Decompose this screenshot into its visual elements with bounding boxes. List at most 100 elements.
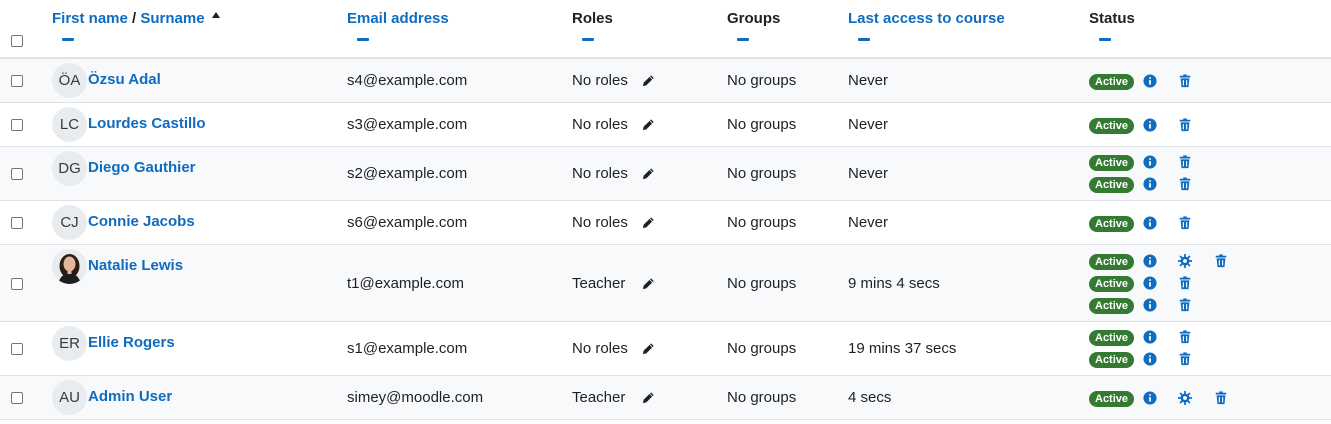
info-icon[interactable]: [1143, 352, 1157, 366]
hide-status-column-button[interactable]: [1099, 38, 1111, 41]
avatar[interactable]: [52, 249, 87, 284]
hide-roles-column-button[interactable]: [582, 38, 594, 41]
row-select-checkbox[interactable]: [11, 119, 23, 131]
header-name: First name / Surname: [52, 10, 205, 27]
pencil-icon[interactable]: [641, 167, 655, 181]
info-icon[interactable]: [1143, 297, 1157, 312]
trash-icon[interactable]: [1214, 253, 1228, 268]
last-access-text: Never: [848, 214, 889, 231]
sort-asc-icon: [212, 12, 220, 18]
avatar[interactable]: ÖA: [52, 63, 87, 98]
table-row: DG Diego Gauthier s2@example.com No roles No…: [0, 147, 1331, 201]
info-icon[interactable]: [1143, 330, 1157, 344]
roles-text: No roles: [572, 165, 628, 182]
groups-text: No groups: [727, 72, 797, 89]
trash-icon[interactable]: [1178, 275, 1192, 290]
pencil-icon[interactable]: [641, 277, 655, 291]
pencil-icon[interactable]: [641, 118, 655, 132]
last-access-text: 9 mins 4 secs: [848, 274, 940, 292]
groups-text: No groups: [727, 340, 797, 357]
groups-text: No groups: [727, 165, 797, 182]
status-badge: Active: [1089, 74, 1135, 90]
sort-email-link[interactable]: Email address: [347, 10, 449, 27]
hide-groups-column-button[interactable]: [737, 38, 749, 41]
avatar[interactable]: CJ: [52, 205, 87, 240]
row-select-checkbox[interactable]: [11, 392, 23, 404]
header-groups: Groups: [727, 10, 781, 27]
roles-text: Teacher: [572, 389, 626, 406]
pencil-icon[interactable]: [641, 391, 655, 405]
header-roles: Roles: [572, 10, 613, 27]
info-icon[interactable]: [1143, 391, 1157, 405]
participant-name-link[interactable]: Ellie Rogers: [88, 334, 175, 351]
trash-icon[interactable]: [1178, 118, 1192, 132]
hide-name-column-button[interactable]: [62, 38, 74, 41]
pencil-icon[interactable]: [641, 74, 655, 88]
status-badge: Active: [1089, 118, 1135, 134]
last-access-text: Never: [848, 72, 889, 89]
status-badge: Active: [1089, 391, 1135, 407]
gear-icon[interactable]: [1178, 253, 1192, 268]
hide-last-access-column-button[interactable]: [858, 38, 870, 41]
roles-text: No roles: [572, 72, 628, 89]
info-icon[interactable]: [1143, 155, 1157, 169]
trash-icon[interactable]: [1178, 155, 1192, 169]
row-select-checkbox[interactable]: [11, 75, 23, 87]
trash-icon[interactable]: [1214, 391, 1228, 405]
info-icon[interactable]: [1143, 253, 1157, 268]
status-badge: Active: [1089, 297, 1135, 314]
select-all-checkbox[interactable]: [11, 35, 23, 47]
sort-surname-link[interactable]: Surname: [140, 10, 204, 27]
trash-icon[interactable]: [1178, 216, 1192, 230]
status-badge: Active: [1089, 330, 1135, 346]
trash-icon[interactable]: [1178, 297, 1192, 312]
hide-email-column-button[interactable]: [357, 38, 369, 41]
table-row: CJ Connie Jacobs s6@example.com No roles No …: [0, 201, 1331, 245]
participant-name-link[interactable]: Connie Jacobs: [88, 213, 195, 230]
table-row: ÖA Özsu Adal s4@example.com No roles No grou…: [0, 59, 1331, 103]
avatar[interactable]: AU: [52, 380, 87, 415]
status-badge: Active: [1089, 216, 1135, 232]
trash-icon[interactable]: [1178, 74, 1192, 88]
info-icon[interactable]: [1143, 74, 1157, 88]
sort-last-access-link[interactable]: Last access to course: [848, 10, 1005, 27]
avatar[interactable]: LC: [52, 107, 87, 142]
status-badge: Active: [1089, 177, 1135, 193]
gear-icon[interactable]: [1178, 391, 1192, 405]
participant-name-link[interactable]: Özsu Adal: [88, 71, 161, 88]
row-select-checkbox[interactable]: [11, 217, 23, 229]
avatar[interactable]: ER: [52, 326, 87, 361]
sort-first-name-link[interactable]: First name: [52, 10, 128, 27]
email-text: simey@moodle.com: [347, 389, 484, 406]
trash-icon[interactable]: [1178, 330, 1192, 344]
participant-name-link[interactable]: Lourdes Castillo: [88, 115, 206, 132]
email-text: t1@example.com: [347, 274, 464, 292]
status-badge: Active: [1089, 253, 1135, 270]
status-badge: Active: [1089, 275, 1135, 292]
row-select-checkbox[interactable]: [11, 277, 23, 290]
info-icon[interactable]: [1143, 216, 1157, 230]
roles-text: No roles: [572, 340, 628, 357]
email-text: s6@example.com: [347, 214, 468, 231]
participants-table: First name / Surname Email address Roles…: [0, 0, 1331, 424]
email-text: s3@example.com: [347, 116, 468, 133]
info-icon[interactable]: [1143, 275, 1157, 290]
email-text: s2@example.com: [347, 165, 468, 182]
table-row: LC Lourdes Castillo s3@example.com No roles…: [0, 103, 1331, 147]
roles-text: No roles: [572, 214, 628, 231]
pencil-icon[interactable]: [641, 216, 655, 230]
participant-name-link[interactable]: Admin User: [88, 388, 172, 405]
row-select-checkbox[interactable]: [11, 343, 23, 355]
last-access-text: 19 mins 37 secs: [848, 340, 957, 357]
last-access-text: Never: [848, 116, 889, 133]
avatar[interactable]: DG: [52, 151, 87, 186]
pencil-icon[interactable]: [641, 342, 655, 356]
info-icon[interactable]: [1143, 177, 1157, 191]
info-icon[interactable]: [1143, 118, 1157, 132]
trash-icon[interactable]: [1178, 352, 1192, 366]
row-select-checkbox[interactable]: [11, 168, 23, 180]
trash-icon[interactable]: [1178, 177, 1192, 191]
roles-text: No roles: [572, 116, 628, 133]
participant-name-link[interactable]: Diego Gauthier: [88, 159, 196, 176]
participant-name-link[interactable]: Natalie Lewis: [88, 257, 183, 274]
